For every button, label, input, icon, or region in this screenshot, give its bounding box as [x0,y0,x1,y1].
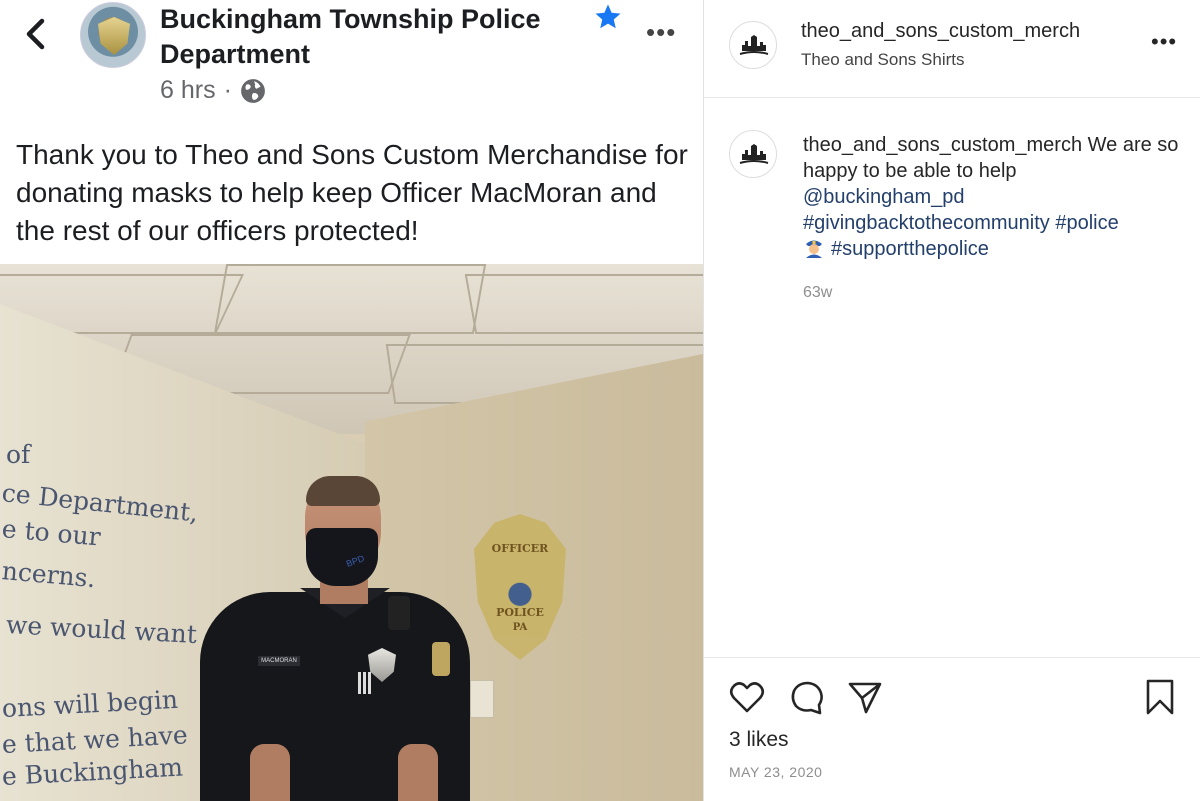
caption-age[interactable]: 63w [803,284,832,302]
globe-icon [241,78,265,103]
police-badge-logo [98,17,130,55]
likes-count[interactable]: 3 likes [729,728,789,752]
heart-icon[interactable] [728,678,766,716]
profile-avatar[interactable] [729,21,777,69]
meta-separator: · [223,76,232,104]
mention-link[interactable]: @buckingham_pd [803,186,965,208]
face-mask [306,528,378,586]
skyline-logo-icon [739,144,769,164]
post-caption: theo_and_sons_custom_merch We are so hap… [803,132,1183,262]
share-icon[interactable] [846,678,884,716]
shoulder-radio [388,596,410,630]
post-meta: 6 hrs · [160,76,266,105]
comment-icon[interactable] [788,678,826,716]
post-text: Thank you to Theo and Sons Custom Mercha… [16,139,688,246]
hashtag-link[interactable]: #police [1055,212,1118,234]
pocket-pens [358,672,372,694]
officer-arm-right [398,744,438,801]
wall-text-line: of [6,440,31,469]
officer-hair [306,476,380,506]
caption-username[interactable]: theo_and_sons_custom_merch [803,134,1082,156]
police-officer-emoji-icon [806,240,822,258]
hashtag-link[interactable]: #supportthepolice [831,238,989,260]
instagram-header: theo_and_sons_custom_merch Theo and Sons… [704,0,1200,98]
caption-avatar[interactable] [729,130,777,178]
header-username[interactable]: theo_and_sons_custom_merch [801,20,1080,43]
post-photo[interactable]: of ce Department, e to our ncerns. we wo… [0,264,703,801]
page-avatar[interactable] [80,2,146,68]
bookmark-icon[interactable] [1141,678,1179,716]
badge-text-officer: OFFICER [491,542,549,555]
back-arrow-icon[interactable] [20,16,50,52]
badge-text-police: POLICE [496,606,544,619]
facebook-post: Buckingham Township Police Department ••… [0,0,703,801]
star-icon[interactable] [592,2,624,32]
officer-nametag: MACMORAN [258,656,300,666]
officer-arm-left [250,744,290,801]
skyline-logo-icon [739,35,769,55]
more-options-button[interactable]: ••• [1151,31,1177,53]
post-time[interactable]: 6 hrs [160,76,216,105]
more-options-button[interactable]: ••• [646,19,676,45]
instagram-post-panel: theo_and_sons_custom_merch Theo and Sons… [703,0,1200,801]
light-switch [470,680,494,718]
page-name[interactable]: Buckingham Township Police Department [160,2,580,72]
shoulder-patch [432,642,450,676]
header-subtitle[interactable]: Theo and Sons Shirts [801,50,964,70]
post-date: MAY 23, 2020 [729,764,823,780]
hashtag-link[interactable]: #givingbacktothecommunity [803,212,1050,234]
action-bar: 3 likes MAY 23, 2020 [704,657,1200,801]
